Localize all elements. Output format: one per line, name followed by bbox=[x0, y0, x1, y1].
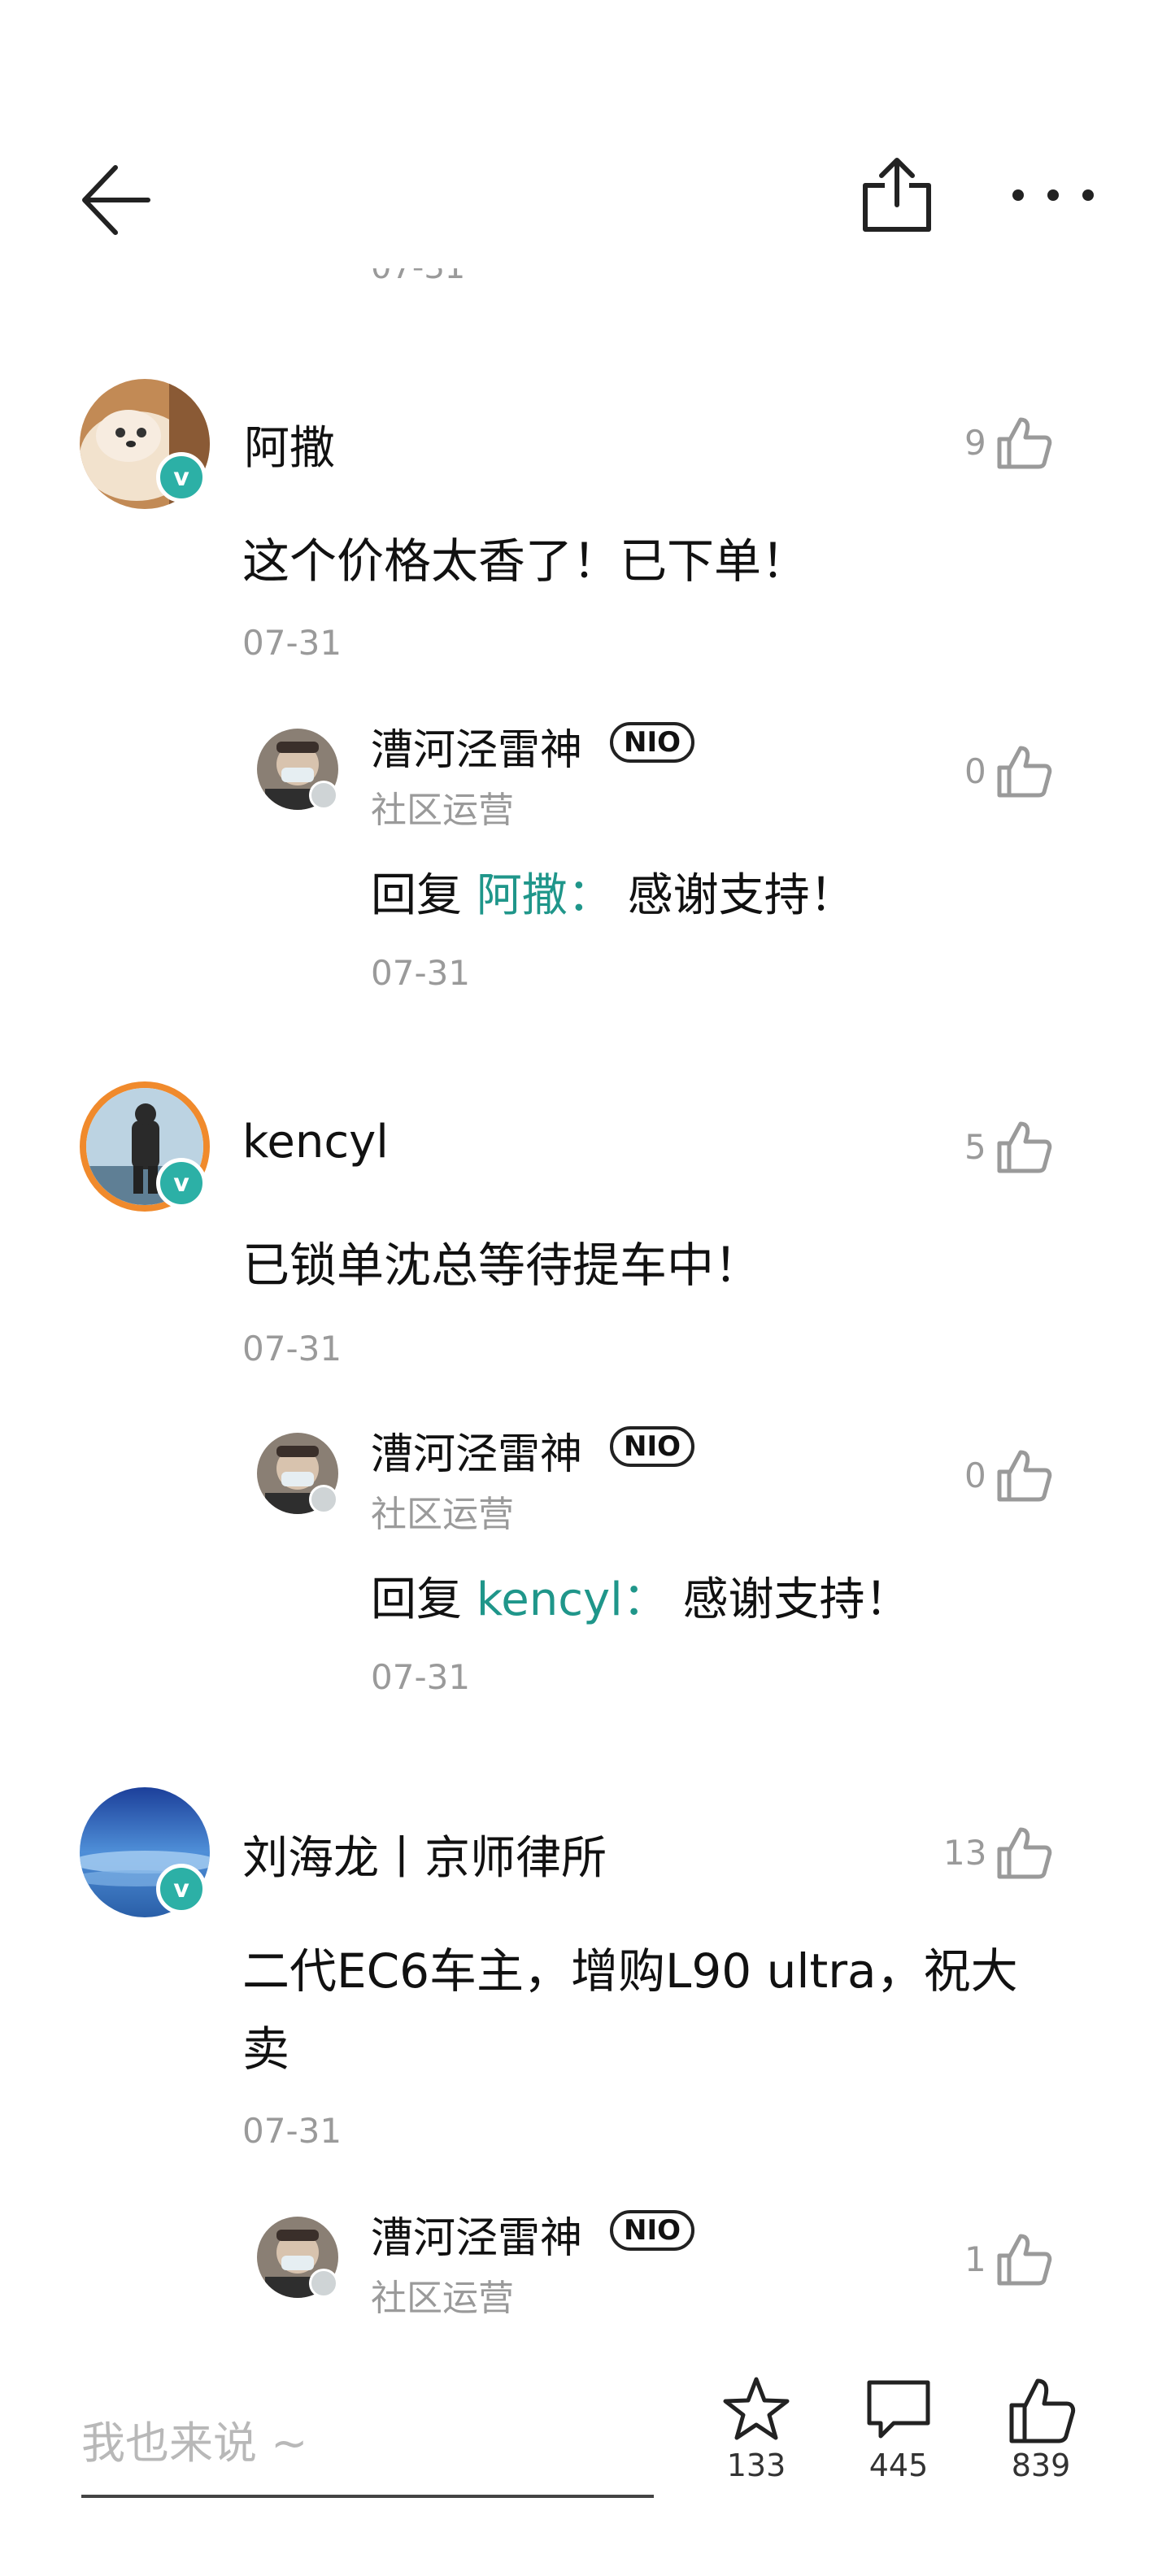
reply-role: 社区运营 bbox=[371, 790, 514, 831]
comment-author[interactable]: 刘海龙丨京师律所 bbox=[242, 1821, 607, 1887]
reply-author[interactable]: 漕河泾雷神 bbox=[371, 716, 582, 777]
reply-date: 07-31 bbox=[371, 1657, 471, 1697]
reply-text: 回复 阿撒： 感谢支持！ bbox=[371, 859, 855, 925]
like-count: 13 bbox=[943, 1832, 987, 1873]
comment-count: 445 bbox=[868, 2448, 929, 2483]
comment-input[interactable]: 我也来说 ~ bbox=[81, 2407, 307, 2471]
comment-date: 07-31 bbox=[242, 623, 342, 663]
reply-text: 回复 kencyl： 感谢支持！ bbox=[371, 1563, 911, 1629]
comment-text: 这个价格太香了！已下单！ bbox=[242, 533, 809, 589]
star-icon bbox=[723, 2377, 790, 2440]
like-button[interactable]: 13 bbox=[943, 1820, 1053, 1885]
reply-target-user[interactable]: 阿撒： bbox=[477, 869, 613, 922]
like-count: 5 bbox=[964, 1126, 986, 1167]
like-count: 9 bbox=[964, 422, 986, 463]
verified-badge-icon: v bbox=[156, 1158, 207, 1208]
favorite-button[interactable]: 133 bbox=[707, 2373, 805, 2483]
back-arrow-icon bbox=[82, 165, 150, 235]
favorite-count: 133 bbox=[726, 2448, 786, 2483]
like-button[interactable]: 0 bbox=[964, 1442, 1053, 1508]
like-button[interactable]: 5 bbox=[964, 1114, 1053, 1179]
share-button[interactable] bbox=[860, 154, 934, 236]
comment-date: 07-31 bbox=[242, 1329, 342, 1368]
comment-text: 已锁单沈总等待提车中！ bbox=[242, 1238, 762, 1293]
comments-button[interactable]: 445 bbox=[850, 2373, 947, 2483]
verified-badge-icon bbox=[309, 1485, 338, 1514]
reply-message: 感谢支持！ bbox=[682, 1573, 911, 1626]
like-button[interactable]: 1 bbox=[964, 2226, 1053, 2291]
reply-target-user[interactable]: kencyl： bbox=[477, 1573, 668, 1626]
comment-icon bbox=[867, 2380, 930, 2439]
like-count: 0 bbox=[964, 751, 986, 791]
reply-author[interactable]: 漕河泾雷神 bbox=[371, 2204, 582, 2265]
verified-badge-icon: v bbox=[156, 452, 207, 503]
nio-badge: NIO bbox=[610, 2210, 694, 2251]
top-bar bbox=[0, 0, 1171, 268]
thumbs-up-icon bbox=[997, 746, 1051, 798]
thumbs-up-icon bbox=[997, 1121, 1051, 1173]
back-button[interactable] bbox=[78, 159, 153, 241]
like-button[interactable]: 0 bbox=[964, 738, 1053, 803]
input-underline bbox=[81, 2495, 654, 2498]
more-options-button[interactable] bbox=[1008, 163, 1098, 228]
comment-author[interactable]: kencyl bbox=[242, 1116, 389, 1168]
like-button[interactable]: 9 bbox=[964, 410, 1053, 475]
more-dots-icon bbox=[1012, 189, 1094, 201]
nio-badge: NIO bbox=[610, 722, 694, 763]
thumbs-up-icon bbox=[997, 417, 1051, 469]
reply-author[interactable]: 漕河泾雷神 bbox=[371, 1420, 582, 1481]
nio-badge: NIO bbox=[610, 1426, 694, 1467]
like-count: 1 bbox=[964, 2239, 986, 2279]
comment-author[interactable]: 阿撒 bbox=[244, 411, 335, 477]
reply-date: 07-31 bbox=[371, 953, 471, 993]
verified-badge-icon: v bbox=[156, 1864, 207, 1914]
thumbs-up-icon bbox=[997, 2234, 1051, 2286]
comment-text: 二代EC6车主，增购L90 ultra，祝大 卖 bbox=[242, 1943, 1018, 2077]
reply-role: 社区运营 bbox=[371, 1494, 514, 1535]
verified-badge-icon bbox=[309, 781, 338, 810]
share-icon bbox=[863, 158, 931, 232]
thumbs-up-icon bbox=[997, 1827, 1052, 1879]
thumbs-up-icon bbox=[1009, 2378, 1076, 2443]
like-post-button[interactable]: 839 bbox=[992, 2373, 1090, 2483]
verified-badge-icon bbox=[309, 2269, 338, 2298]
like-post-count: 839 bbox=[1011, 2448, 1071, 2483]
reply-prefix: 回复 bbox=[371, 1573, 462, 1626]
reply-prefix: 回复 bbox=[371, 869, 462, 922]
reply-role: 社区运营 bbox=[371, 2278, 514, 2319]
thumbs-up-icon bbox=[997, 1450, 1051, 1502]
like-count: 0 bbox=[964, 1455, 986, 1495]
comment-date: 07-31 bbox=[242, 2111, 342, 2151]
reply-message: 感谢支持！ bbox=[627, 869, 855, 922]
